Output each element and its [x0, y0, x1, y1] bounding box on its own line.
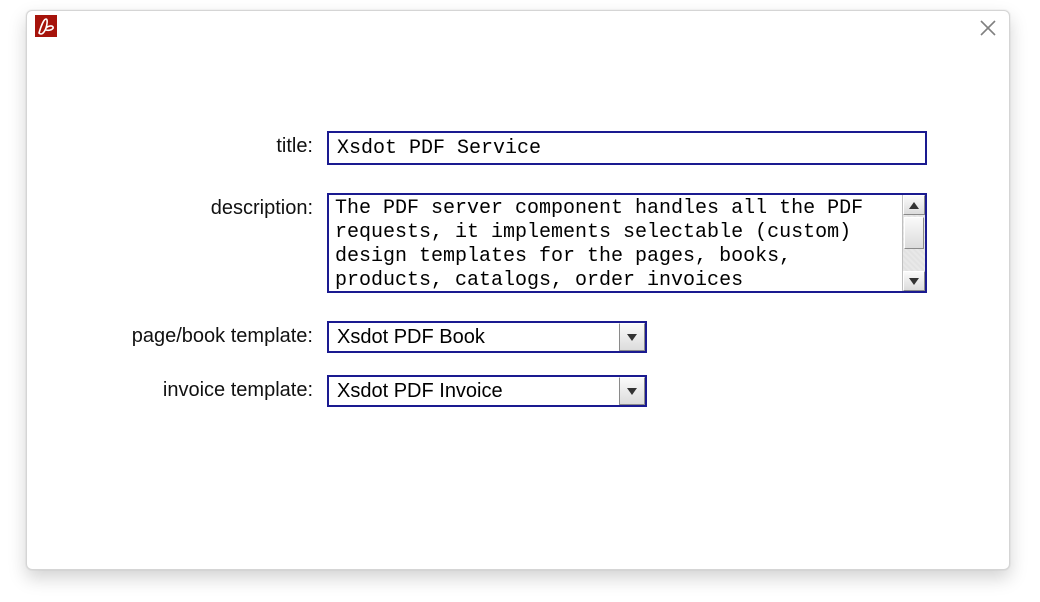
description-text[interactable]: The PDF server component handles all the…	[329, 195, 902, 291]
page-book-template-value: Xsdot PDF Book	[329, 323, 619, 351]
dialog-window: title: description: The PDF server compo…	[26, 10, 1010, 570]
invoice-template-select[interactable]: Xsdot PDF Invoice	[327, 375, 647, 407]
dropdown-button-icon[interactable]	[619, 377, 645, 405]
label-page-book-template: page/book template:	[27, 321, 327, 348]
label-invoice-template: invoice template:	[27, 375, 327, 402]
title-bar	[27, 11, 1009, 41]
scroll-down-button[interactable]	[903, 271, 925, 291]
form: title: description: The PDF server compo…	[27, 131, 1009, 429]
row-description: description: The PDF server component ha…	[27, 193, 1009, 293]
row-page-book-template: page/book template: Xsdot PDF Book	[27, 321, 1009, 353]
scroll-up-button[interactable]	[903, 195, 925, 215]
label-description: description:	[27, 193, 327, 220]
scroll-track[interactable]	[903, 215, 925, 271]
dropdown-button-icon[interactable]	[619, 323, 645, 351]
title-input[interactable]	[327, 131, 927, 165]
close-button[interactable]	[977, 17, 999, 39]
adobe-pdf-icon	[35, 15, 57, 37]
scroll-thumb[interactable]	[904, 217, 924, 249]
invoice-template-value: Xsdot PDF Invoice	[329, 377, 619, 405]
row-title: title:	[27, 131, 1009, 165]
description-scrollbar[interactable]	[902, 195, 925, 291]
page-book-template-select[interactable]: Xsdot PDF Book	[327, 321, 647, 353]
label-title: title:	[27, 131, 327, 158]
row-invoice-template: invoice template: Xsdot PDF Invoice	[27, 375, 1009, 407]
description-textarea[interactable]: The PDF server component handles all the…	[327, 193, 927, 293]
